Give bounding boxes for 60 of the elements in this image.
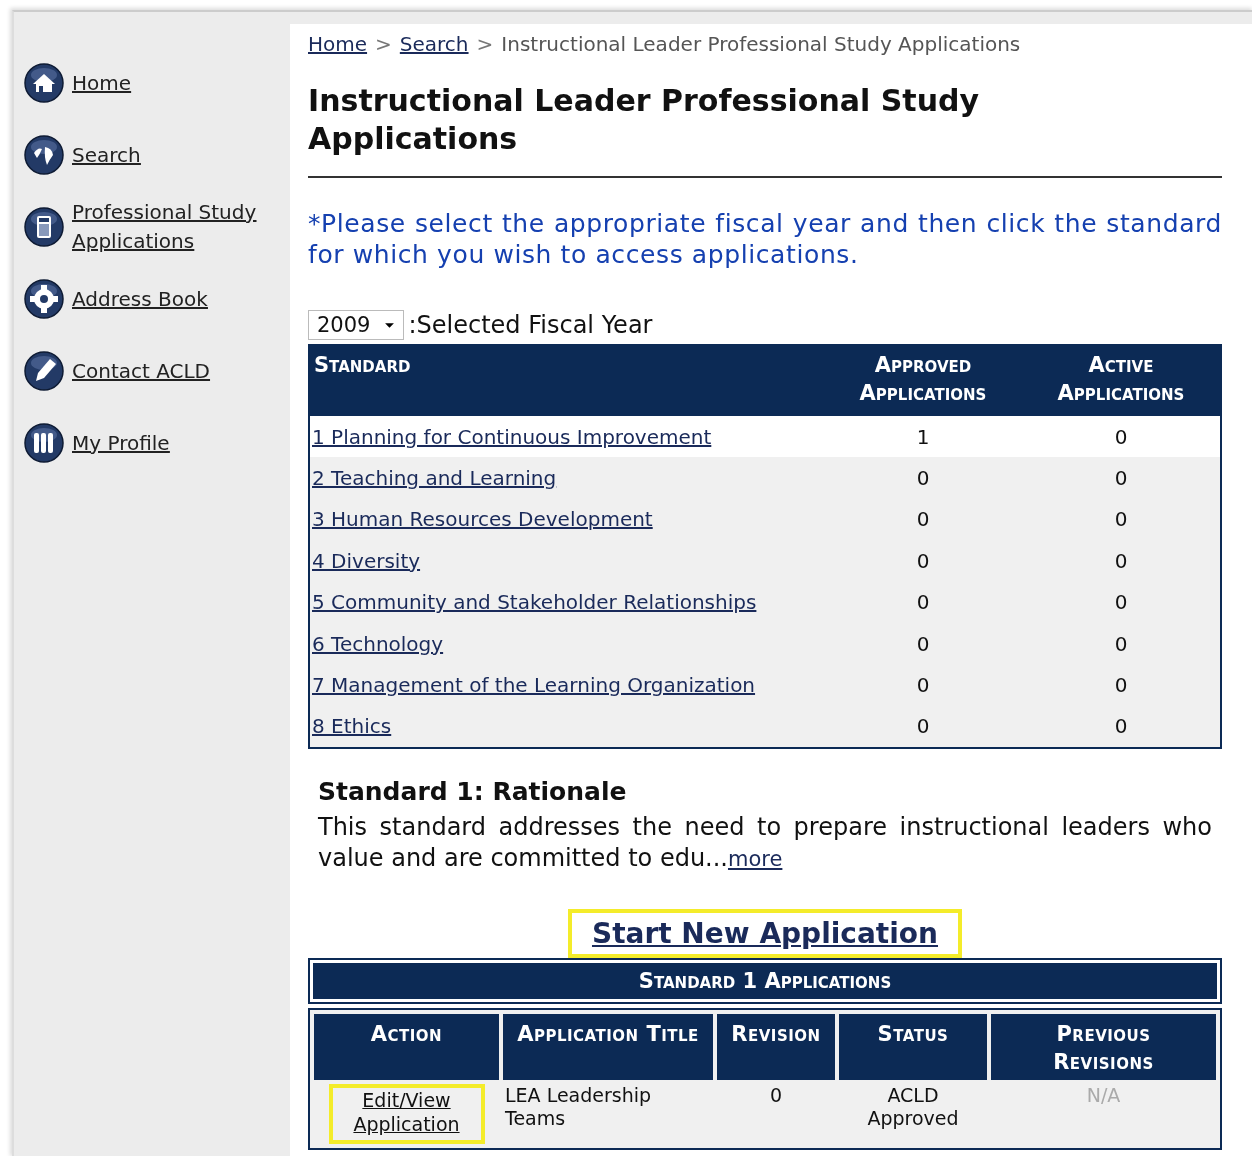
- start-application-link[interactable]: Start New Application: [568, 909, 962, 959]
- table-cell: 0: [1022, 705, 1221, 749]
- breadcrumb-link[interactable]: Home: [308, 32, 368, 60]
- table-cell: 0: [1022, 457, 1221, 499]
- pencil-icon: [24, 351, 64, 391]
- table-cell: 0: [1022, 540, 1221, 582]
- standard-link[interactable]: 8 Ethics: [312, 714, 392, 739]
- breadcrumb-link[interactable]: Search: [399, 32, 469, 60]
- table-cell: 0: [1022, 581, 1221, 623]
- sidebar-item[interactable]: Professional Study Applications: [14, 198, 290, 256]
- sidebar-item[interactable]: Address Book: [14, 270, 290, 328]
- breadcrumb-separator: >: [375, 32, 392, 58]
- standard-link[interactable]: 1 Planning for Continuous Improvement: [312, 424, 712, 449]
- home-icon: [24, 63, 64, 103]
- table-cell: 0: [824, 581, 1022, 623]
- fiscal-year-select[interactable]: 2009: [308, 310, 405, 340]
- instruction-text: *Please select the appropriate fiscal year and then click the standard for which you wish to access applications.: [308, 208, 1222, 270]
- table-cell: 1: [824, 416, 1022, 458]
- table-cell-text: ACLD Approved: [866, 1084, 960, 1132]
- table-cell: 0: [824, 664, 1022, 706]
- table-cell: 0: [824, 622, 1022, 665]
- breadcrumb-separator: >: [476, 32, 494, 58]
- column-header: Status: [839, 1014, 987, 1081]
- table-cell-text: N/A: [1085, 1084, 1122, 1109]
- more-link[interactable]: more: [728, 847, 783, 872]
- page-title: Instructional Leader Professional Study Applications: [308, 82, 981, 158]
- sidebar-item[interactable]: Contact ACLD: [14, 342, 290, 400]
- table-cell-text: LEA Leadership Teams: [504, 1084, 653, 1132]
- caret-icon: [384, 321, 396, 329]
- table-cell: 0: [1022, 416, 1221, 458]
- rationale-heading: Standard 1: Rationale: [318, 777, 628, 807]
- column-header: Approved Applications: [824, 345, 1022, 416]
- sidebar-item[interactable]: Search: [14, 126, 290, 184]
- table-cell-text: 0: [768, 1084, 784, 1109]
- table-cell: 0: [824, 705, 1022, 749]
- books-icon: [24, 423, 64, 463]
- table-cell: 0: [1022, 498, 1221, 541]
- column-header: Action: [314, 1014, 499, 1081]
- sidebar-item[interactable]: Home: [14, 54, 290, 112]
- edit-view-link[interactable]: Edit/View Application: [328, 1084, 485, 1145]
- calculator-icon: [24, 207, 64, 247]
- table-title: Standard 1 Applications: [313, 963, 1217, 1000]
- column-header: Previous Revisions: [991, 1014, 1216, 1081]
- column-header: Active Applications: [1022, 345, 1221, 416]
- table-cell: 0: [824, 540, 1022, 582]
- sidebar-item[interactable]: My Profile: [14, 414, 290, 472]
- globe-icon: [24, 135, 64, 175]
- standard-link[interactable]: 6 Technology: [312, 631, 444, 656]
- table-cell: 0: [824, 498, 1022, 541]
- column-header: Standard: [309, 345, 824, 416]
- breadcrumb-current: Instructional Leader Professional Study Applications: [501, 32, 1021, 58]
- fiscal-year-label: :Selected Fiscal Year: [408, 311, 653, 339]
- column-header: Revision: [717, 1014, 835, 1081]
- column-header: Application Title: [503, 1014, 713, 1081]
- rationale-text: This standard addresses the need to prepare instructional leaders who value and are committed to edu...more: [318, 812, 1212, 875]
- table-cell: 0: [1022, 664, 1221, 706]
- table-cell: 0: [1022, 622, 1221, 665]
- standard-link[interactable]: 4 Diversity: [312, 548, 421, 573]
- table-cell: 0: [824, 457, 1022, 499]
- gear-icon: [24, 279, 64, 319]
